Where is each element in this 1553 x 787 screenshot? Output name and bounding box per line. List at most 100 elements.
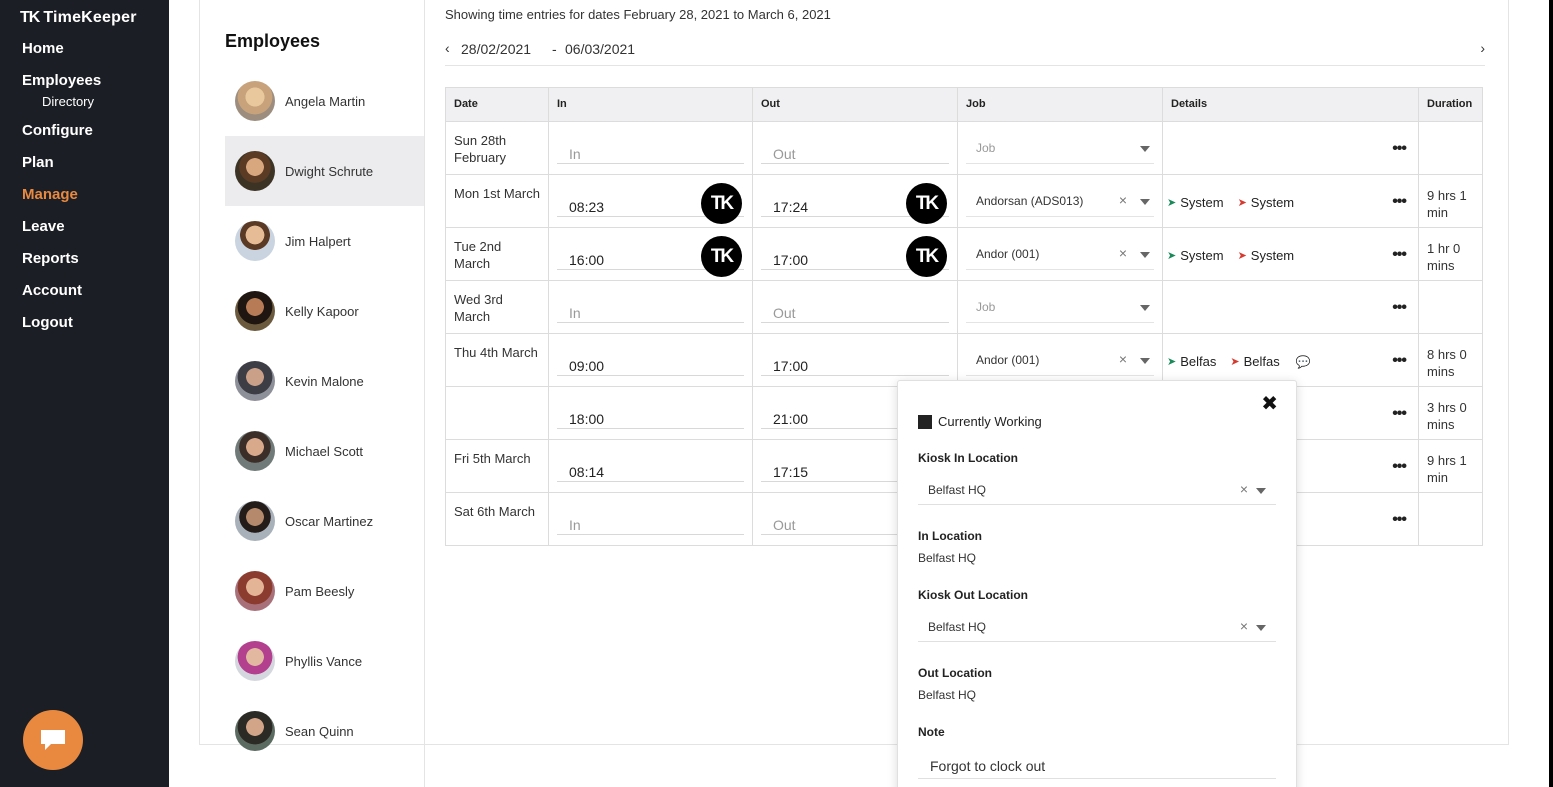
tk-kiosk-badge: TK [906,183,947,224]
clock-out-source: Belfas [1243,354,1280,369]
nav-home[interactable]: Home [22,38,101,70]
nav-manage[interactable]: Manage [22,184,101,216]
nav-leave[interactable]: Leave [22,216,101,248]
more-options-icon[interactable]: ••• [1392,246,1407,264]
employee-item[interactable]: Sean Quinn [225,696,424,766]
out-cell [752,333,958,387]
employee-item[interactable]: Angela Martin [225,66,424,136]
more-options-icon[interactable]: ••• [1392,405,1407,423]
entry-details: ➤ Belfas ➤ Belfas 💬 [1167,354,1311,369]
kiosk-out-select[interactable]: Belfast HQ × [918,614,1276,642]
avatar [235,81,275,121]
tk-kiosk-badge: TK [701,183,742,224]
in-cell [548,280,753,334]
employee-item[interactable]: Kevin Malone [225,346,424,416]
range-end-date[interactable]: 06/03/2021 [565,41,635,57]
clock-out-input[interactable] [761,136,949,164]
clock-in-input[interactable] [557,454,744,482]
nav-logout[interactable]: Logout [22,312,101,344]
chevron-down-icon[interactable] [1140,146,1150,152]
currently-working-checkbox[interactable]: Currently Working [918,414,1042,429]
next-week-button[interactable]: › [1480,40,1485,56]
chevron-down-icon[interactable] [1256,488,1266,494]
chat-button[interactable] [23,710,83,770]
job-select[interactable]: Job [966,136,1154,164]
clock-out-input[interactable] [761,295,949,323]
more-options-icon[interactable]: ••• [1392,299,1407,317]
clock-in-source: Belfas [1180,354,1217,369]
prev-week-button[interactable]: ‹ [445,40,450,56]
employee-item[interactable]: Jim Halpert [225,206,424,276]
chevron-down-icon[interactable] [1140,305,1150,311]
chevron-down-icon[interactable] [1140,199,1150,205]
employee-item[interactable]: Dwight Schrute [225,136,424,206]
job-select[interactable]: Job [966,295,1154,323]
avatar [235,291,275,331]
duration-cell: 1 hr 0 mins [1418,227,1483,281]
clock-in-input[interactable] [557,295,744,323]
clock-in-input[interactable] [557,348,744,376]
avatar [235,431,275,471]
date-cell: Fri 5th March [445,439,549,493]
in-cell [548,333,753,387]
clear-icon[interactable]: × [1119,192,1127,208]
more-options-icon[interactable]: ••• [1392,193,1407,211]
chevron-down-icon[interactable] [1140,358,1150,364]
chat-icon [41,730,65,750]
app-logo[interactable]: TK TimeKeeper [20,9,137,27]
duration-cell [1418,492,1483,546]
job-select[interactable]: Andor (001) × [966,348,1154,376]
range-start-date[interactable]: 28/02/2021 [461,41,531,57]
chevron-down-icon[interactable] [1140,252,1150,258]
avatar [235,641,275,681]
more-options-icon[interactable]: ••• [1392,511,1407,529]
job-select[interactable]: Andor (001) × [966,242,1154,270]
employees-panel: Employees Angela Martin Dwight Schrute J… [225,0,425,787]
date-cell: Thu 4th March [445,333,549,387]
note-input[interactable] [918,745,1276,779]
col-header-details: Details [1162,87,1419,122]
employee-item[interactable]: Phyllis Vance [225,626,424,696]
clock-in-input[interactable] [557,136,744,164]
nav-configure[interactable]: Configure [22,120,101,152]
close-icon[interactable]: ✖ [1261,391,1278,416]
duration-cell: 8 hrs 0 mins [1418,333,1483,387]
window-edge [1549,0,1553,787]
kiosk-in-select[interactable]: Belfast HQ × [918,477,1276,505]
avatar [235,361,275,401]
duration-cell: 9 hrs 1 min [1418,439,1483,493]
nav-directory[interactable]: Directory [22,95,101,120]
clock-in-input[interactable] [557,401,744,429]
comment-icon[interactable]: 💬 [1296,355,1311,369]
more-options-icon[interactable]: ••• [1392,458,1407,476]
date-range-bar: ‹ 28/02/2021 - 06/03/2021 › [445,38,1485,66]
job-value: Andor (001) [976,247,1040,261]
more-options-icon[interactable]: ••• [1392,140,1407,158]
job-value: Andorsan (ADS013) [976,194,1084,208]
logo-mark: TK [20,9,40,26]
kiosk-out-value: Belfast HQ [928,620,987,634]
employee-item[interactable]: Oscar Martinez [225,486,424,556]
chevron-down-icon[interactable] [1256,625,1266,631]
more-options-icon[interactable]: ••• [1392,352,1407,370]
clear-icon[interactable]: × [1119,351,1127,367]
in-location-value: Belfast HQ [918,551,977,565]
job-cell: Andor (001) × [957,333,1163,387]
nav-plan[interactable]: Plan [22,152,101,184]
employee-item[interactable]: Michael Scott [225,416,424,486]
clear-icon[interactable]: × [1240,481,1248,497]
employee-item[interactable]: Pam Beesly [225,556,424,626]
clock-in-source: System [1180,248,1224,263]
clear-icon[interactable]: × [1240,618,1248,634]
note-label: Note [918,725,945,739]
entry-details: ➤ System ➤ System [1167,248,1294,263]
job-cell: Andor (001) × [957,227,1163,281]
clock-out-input[interactable] [761,348,949,376]
clear-icon[interactable]: × [1119,245,1127,261]
job-select[interactable]: Andorsan (ADS013) × [966,189,1154,217]
clock-in-input[interactable] [557,507,744,535]
nav-account[interactable]: Account [22,280,101,312]
in-cell [548,386,753,440]
nav-reports[interactable]: Reports [22,248,101,280]
employee-item[interactable]: Kelly Kapoor [225,276,424,346]
